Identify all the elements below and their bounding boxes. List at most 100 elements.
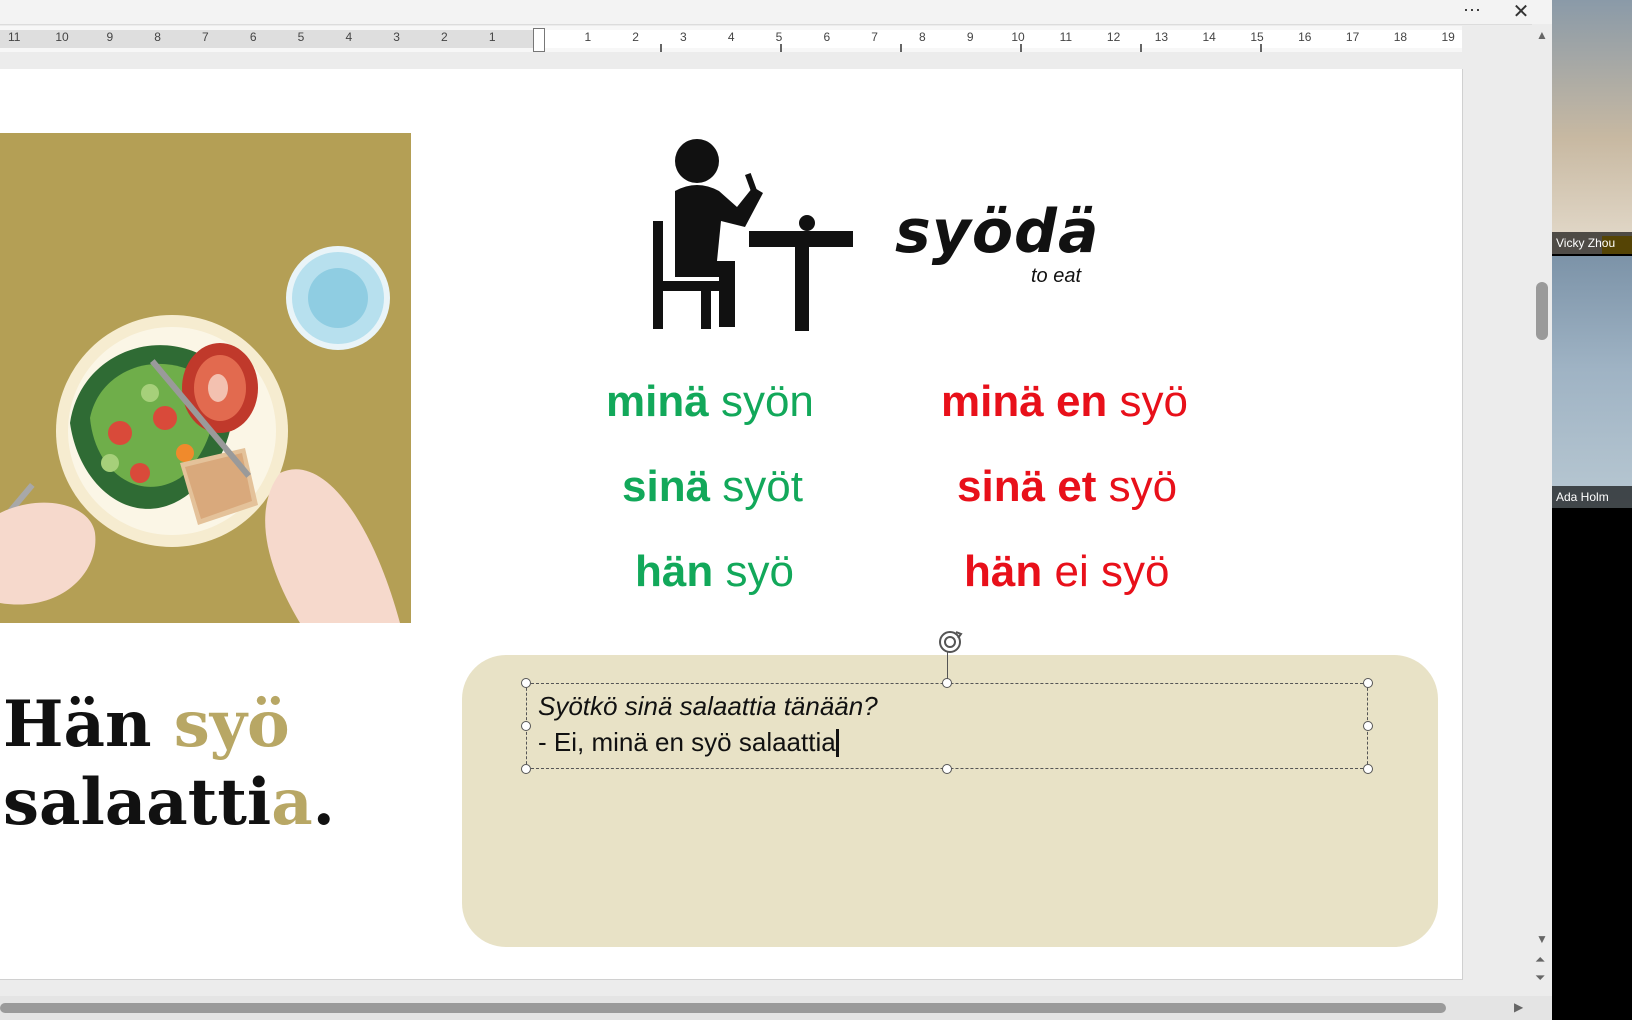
salad-plate-illustration[interactable] [0,133,411,623]
participant-panel: Vicky Zhou Ada Holm [1552,0,1632,1020]
negation-verb: ei [1054,547,1089,596]
indent-marker[interactable] [533,28,545,52]
ruler-tick-label: 15 [1250,30,1264,44]
rotate-handle-icon[interactable] [934,626,966,658]
affirmative-row-1: minä syön [606,377,814,427]
ruler-text-zone [540,30,1462,48]
verb-title: syödä [895,197,1100,267]
sentence-object-ending: a [271,765,313,840]
participant-tile[interactable]: Vicky Zhou [1552,0,1632,254]
tab-stop-marker[interactable] [660,44,662,52]
pronoun: sinä [957,462,1046,511]
resize-handle-left[interactable] [521,721,531,731]
pronoun: hän [964,547,1043,596]
verb-form: syöt [722,462,803,511]
person-eating-icon [653,139,853,331]
ruler-tick-label: 10 [1011,30,1025,44]
tab-stop-marker[interactable] [1020,44,1022,52]
ruler-tick-label: 11 [1059,30,1073,44]
ruler-tick-label: 4 [345,30,353,44]
pronoun: minä [606,377,709,426]
resize-handle-bottom-left[interactable] [521,764,531,774]
tab-stop-marker[interactable] [1260,44,1262,52]
negation-verb: en [1055,377,1108,426]
verb-form: syö [1108,462,1178,511]
ruler-tick-label: 8 [154,30,161,44]
ruler-margin-zone [0,30,540,48]
slide[interactable]: syödä to eat minä syön sinä syöt hän syö… [0,69,1463,980]
negation-verb: et [1057,462,1097,511]
affirmative-row-2: sinä syöt [622,462,803,512]
example-sentence[interactable]: Hän syö salaattia. [3,686,335,842]
ruler-tick-label: 17 [1345,30,1360,44]
ruler-tick-label: 5 [775,30,783,44]
sentence-verb: syö [173,687,290,762]
resize-handle-bottom-right[interactable] [1363,764,1373,774]
ruler-tick-label: 3 [393,30,400,44]
textbox-answer-text: - Ei, minä en syö salaattia [538,727,836,757]
vertical-scrollbar[interactable]: ▲ ▼ ⏶ ⏷ [1532,24,1552,996]
vertical-scroll-thumb[interactable] [1536,282,1548,340]
tab-stop-marker[interactable] [900,44,902,52]
text-cursor [835,729,839,757]
more-options-icon[interactable]: ⋯ [1460,0,1484,24]
next-page-icon[interactable]: ⏷ [1535,970,1545,986]
ruler-tick-label: 1 [488,30,496,44]
scroll-down-icon[interactable]: ▼ [1536,932,1548,946]
verb-form: syö [725,547,794,596]
scroll-up-icon[interactable]: ▲ [1536,28,1548,42]
verb-form: syö [1100,547,1170,596]
ruler-tick-label: 4 [727,30,735,44]
ruler-tick-label: 6 [823,30,831,44]
verb-form: syön [720,377,814,426]
participant-name: Vicky Zhou [1552,232,1632,254]
sentence-period: . [312,765,335,840]
tab-stop-marker[interactable] [1140,44,1142,52]
ruler-tick-label: 16 [1298,30,1312,44]
textbox-answer[interactable]: - Ei, minä en syö salaattia [538,727,839,758]
ruler-tick-label: 2 [632,30,639,44]
resize-handle-top-left[interactable] [521,678,531,688]
participant-name: Ada Holm [1552,486,1632,508]
participant-tile[interactable]: Ada Holm [1552,256,1632,508]
pronoun: hän [635,547,714,596]
resize-handle-top-right[interactable] [1363,678,1373,688]
negative-row-1: minä en syö [941,377,1188,427]
resize-handle-top[interactable] [942,678,952,688]
close-icon[interactable]: ✕ [1509,0,1533,24]
horizontal-ruler[interactable]: 11 10 9 8 7 6 5 4 3 2 1 1 2 3 4 5 6 7 8 9 10 11 12 13 14 15 16 17 18… [0,26,1462,52]
ruler-tick-label: 2 [441,30,448,44]
ruler-tick-label: 14 [1202,30,1216,44]
ruler-tick-label: 6 [249,30,257,44]
ruler-tick-label: 3 [680,30,687,44]
resize-handle-bottom[interactable] [942,764,952,774]
sentence-object-stem: salaatti [3,765,272,840]
tab-stop-marker[interactable] [780,44,782,52]
negative-row-2: sinä et syö [957,462,1177,512]
sentence-word: Hän [3,687,152,762]
pronoun: sinä [622,462,711,511]
ruler-tick-label: 10 [55,30,69,44]
scroll-right-icon[interactable]: ▶ [1514,1000,1523,1014]
verb-form: syö [1119,377,1189,426]
ruler-tick-label: 13 [1154,30,1169,44]
ruler-tick-label: 7 [871,30,878,44]
affirmative-row-3: hän syö [635,547,794,597]
ruler-tick-label: 5 [297,30,305,44]
negative-row-3: hän ei syö [964,547,1169,597]
ruler-tick-label: 12 [1106,30,1121,44]
horizontal-scrollbar[interactable]: ▶ [0,996,1552,1020]
ruler-tick-label: 19 [1441,30,1455,44]
textbox-question[interactable]: Syötkö sinä salaattia tänään? [538,691,878,722]
pronoun: minä [941,377,1044,426]
ruler-tick-label: 9 [966,30,974,44]
ruler-tick-label: 11 [7,30,21,44]
resize-handle-right[interactable] [1363,721,1373,731]
ruler-tick-label: 18 [1393,30,1408,44]
horizontal-scroll-thumb[interactable] [0,1003,1446,1013]
ruler-tick-label: 9 [106,30,114,44]
verb-translation: to eat [1031,265,1082,287]
ruler-tick-label: 8 [919,30,926,44]
ruler-tick-label: 7 [202,30,209,44]
previous-page-icon[interactable]: ⏶ [1535,952,1545,968]
